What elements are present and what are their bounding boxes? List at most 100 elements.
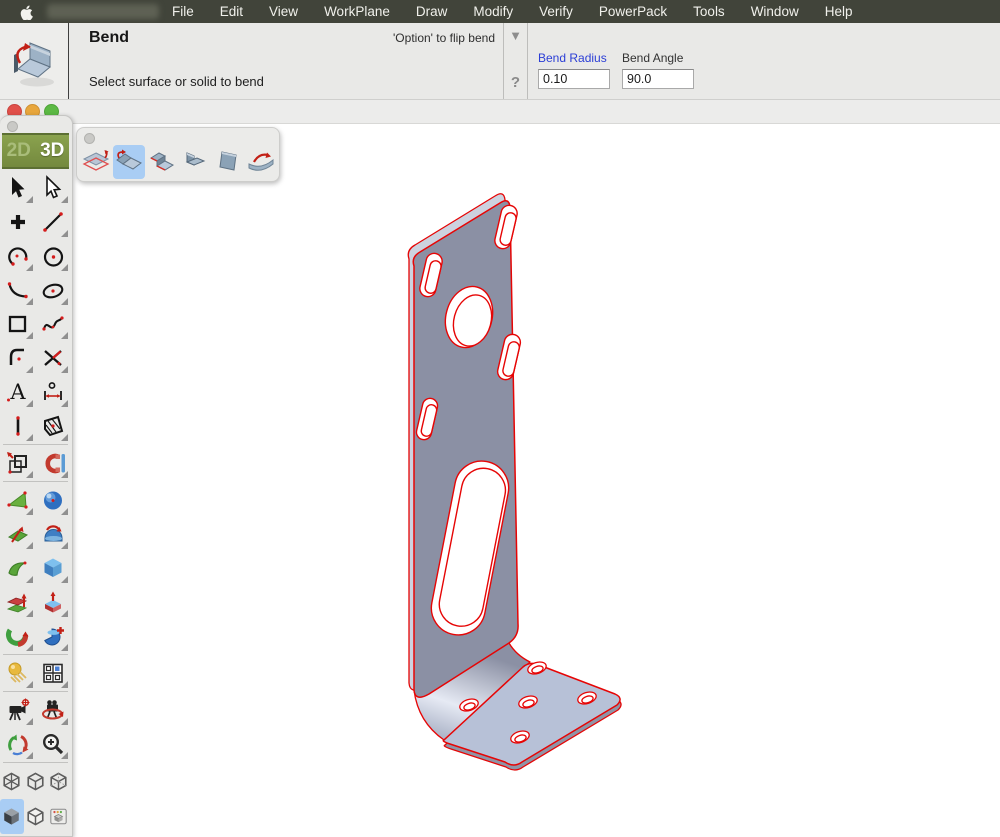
palette-close-button[interactable] [84,133,95,144]
tool-rotate-view[interactable] [0,727,35,761]
submenu-corner [26,264,33,271]
tool-rectangle[interactable] [0,307,35,341]
submenu-corner [26,644,33,651]
tool-walkthrough-camera[interactable] [35,693,70,727]
tool-options-panel: Bend 'Option' to flip bend Select surfac… [0,23,1000,100]
tool-camera[interactable] [0,693,35,727]
tool-sphere[interactable] [35,483,70,517]
wireframe-icon [25,771,46,792]
sm-tool-z-bend[interactable] [146,145,178,179]
sheet-metal-part[interactable] [408,194,621,770]
submenu-corner [61,434,68,441]
panel-text-area: Bend 'Option' to flip bend Select surfac… [69,23,503,99]
display-mode-shaded[interactable] [0,799,24,834]
bend-radius-input[interactable] [538,69,610,89]
menu-view[interactable]: View [256,4,311,19]
tool-magnet-bend[interactable] [35,446,70,480]
wireframe-all-edges-icon [1,771,22,792]
display-mode-hidden-line[interactable] [47,764,71,799]
sheet-metal-palette [76,127,280,182]
palette-divider [3,762,68,763]
menu-help[interactable]: Help [812,4,866,19]
tool-box-solid[interactable] [35,551,70,585]
unbend-icon [246,148,276,176]
tool-segment[interactable] [0,409,35,443]
tool-zoom-in[interactable] [35,727,70,761]
submenu-corner [61,366,68,373]
tool-arc[interactable] [0,239,35,273]
sm-tool-unbend[interactable] [245,145,277,179]
menu-verify[interactable]: Verify [526,4,586,19]
panel-fields: Bend Radius Bend Angle [528,23,694,99]
menu-modify[interactable]: Modify [460,4,526,19]
menu-file[interactable]: File [159,4,207,19]
tool-line[interactable] [35,205,70,239]
tool-render[interactable] [0,656,35,690]
tool-point[interactable] [0,205,35,239]
z-bend-icon [147,148,177,176]
apple-menu[interactable] [20,4,35,20]
toggle-2d-label[interactable]: 2D [7,140,31,162]
menu-tools[interactable]: Tools [680,4,738,19]
submenu-corner [26,298,33,305]
sm-tool-flat-sheet[interactable] [212,145,244,179]
unfold-flat-icon [81,148,111,176]
tool-extrude[interactable] [35,585,70,619]
tool-dome-surface[interactable] [35,517,70,551]
sm-tool-bend[interactable] [113,145,145,179]
app-name-redacted [47,4,159,19]
display-mode-render-preview[interactable] [47,799,71,834]
panel-collapse-arrow-icon[interactable]: ▼ [509,29,522,42]
tool-bend-surface[interactable] [0,517,35,551]
tool-viewports[interactable] [35,656,70,690]
submenu-corner [26,576,33,583]
submenu-corner [61,508,68,515]
submenu-corner [61,644,68,651]
sm-tool-unfold[interactable] [80,145,112,179]
panel-hint: 'Option' to flip bend [393,31,495,45]
menu-powerpack[interactable]: PowerPack [586,4,680,19]
drawing-canvas[interactable] [0,123,1000,837]
document-title-bar [0,99,1000,124]
palette-divider [3,481,68,482]
tool-dimension[interactable] [35,375,70,409]
tool-trim[interactable] [35,341,70,375]
palette-close-button[interactable] [7,121,18,132]
tool-loft[interactable] [0,585,35,619]
tool-text[interactable]: A [0,375,35,409]
menu-window[interactable]: Window [738,4,812,19]
tool-ellipse[interactable] [35,273,70,307]
2d-3d-toggle[interactable]: 2D 3D [2,133,69,169]
tool-circle[interactable] [35,239,70,273]
sm-tool-fold[interactable] [179,145,211,179]
menu-draw[interactable]: Draw [403,4,461,19]
bend-angle-input[interactable] [622,69,694,89]
submenu-corner [26,752,33,759]
toggle-3d-label[interactable]: 3D [40,140,64,162]
submenu-corner [61,471,68,478]
tool-select-arrow[interactable] [0,171,35,205]
tool-hatch[interactable] [35,409,70,443]
panel-title: Bend [89,29,129,47]
panel-side-column: ▼ ? [503,23,528,99]
submenu-corner [61,400,68,407]
tool-revolve[interactable] [0,619,35,653]
menu-workplane[interactable]: WorkPlane [311,4,403,19]
menu-edit[interactable]: Edit [207,4,256,19]
help-button[interactable]: ? [511,74,520,91]
tool-surface-triangle[interactable] [0,483,35,517]
tool-move-copy[interactable] [0,446,35,480]
tool-direct-edit-arrow[interactable] [35,171,70,205]
submenu-corner [26,434,33,441]
submenu-corner [61,298,68,305]
tool-boolean-add[interactable] [35,619,70,653]
tool-fillet[interactable] [0,341,35,375]
apple-logo-icon [20,3,34,20]
tool-spline[interactable] [35,307,70,341]
bend-tool-icon [0,23,69,99]
display-mode-wireframe-all[interactable] [0,764,24,799]
display-mode-wireframe[interactable] [24,764,48,799]
display-mode-shaded-wireframe[interactable] [24,799,48,834]
tool-sweep-surface[interactable] [0,551,35,585]
tool-curve[interactable] [0,273,35,307]
